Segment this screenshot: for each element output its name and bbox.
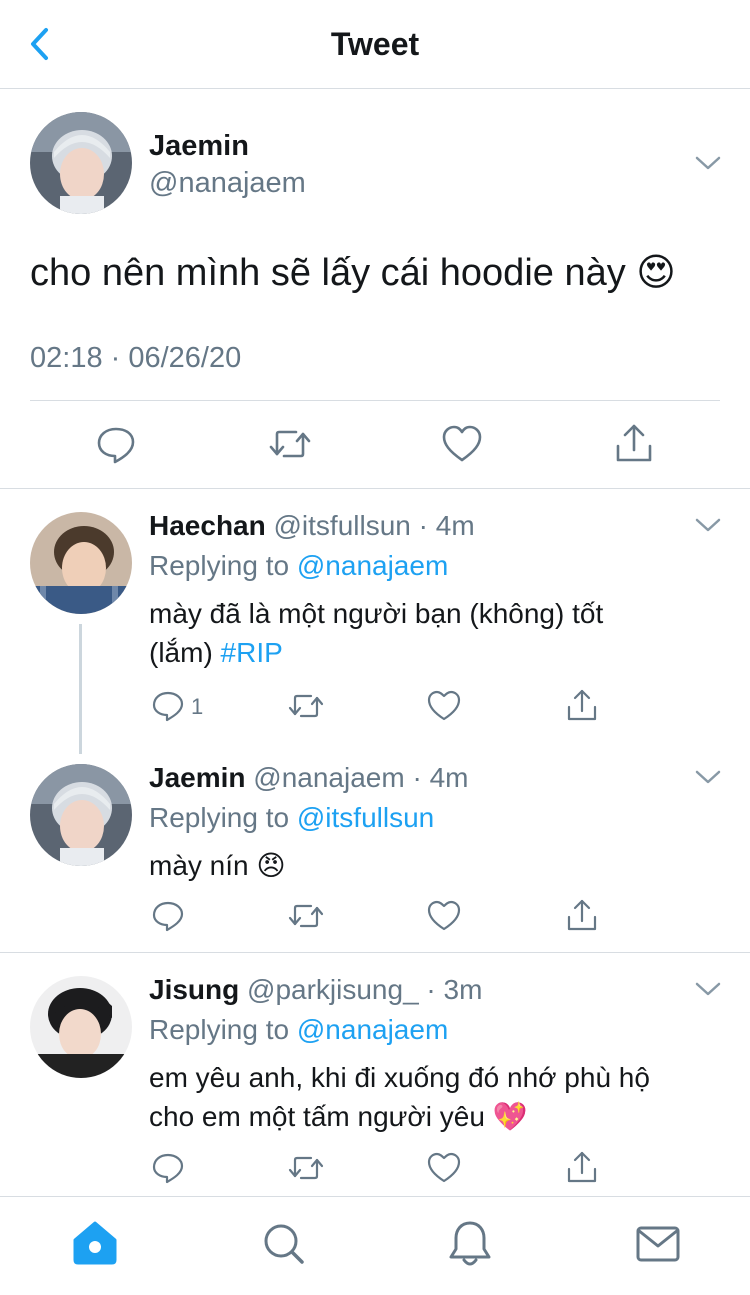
avatar-jaemin-image [30,764,132,866]
retweet-icon [288,904,324,928]
reply-header: Jisung @parkjisung_ · 3m [149,972,482,1008]
retweet-icon [288,694,324,718]
like-button[interactable] [427,690,461,722]
heart-icon [427,1152,461,1183]
retweet-button[interactable] [288,1152,324,1184]
author-handle[interactable]: @itsfullsun [274,510,411,541]
author-handle[interactable]: @nanajaem [253,762,404,793]
tab-search[interactable] [253,1216,313,1272]
heart-icon [442,425,482,462]
reply-count: 1 [191,694,204,719]
replying-to: Replying to @itsfullsun [149,800,434,836]
retweet-button[interactable] [288,690,324,722]
tweet-text: cho nên mình sẽ lấy cái hoodie này 😍 [30,252,676,294]
replying-to-label: Replying to [149,802,290,833]
avatar[interactable] [30,764,132,866]
tab-messages[interactable] [628,1216,688,1272]
avatar-haechan-image [30,512,132,614]
divider [0,952,750,953]
share-icon [616,424,652,462]
share-button[interactable] [566,688,598,722]
like-button[interactable] [427,900,461,932]
reply-text-line: em yêu anh, khi đi xuống đó nhớ phù hộ [149,1062,650,1093]
replying-to-link[interactable]: @itsfullsun [297,802,434,833]
reply-button[interactable] [152,900,184,932]
reply-text-line: cho em một tấm người yêu 💖 [149,1101,528,1132]
chevron-down-icon [695,982,721,996]
replying-to: Replying to @nanajaem [149,548,448,584]
top-bar: Tweet [0,0,750,89]
avatar-jaemin-image [30,112,132,214]
avatar[interactable] [30,112,132,214]
reply-header: Jaemin @nanajaem · 4m [149,760,468,796]
thread-connector [79,624,82,754]
reply-text-line: mày đã là một người bạn (không) tốt [149,598,604,629]
share-icon [567,1151,597,1183]
tab-notifications[interactable] [440,1216,500,1272]
reply-text: mày nín 😠 [149,846,719,885]
messages-icon [636,1226,680,1262]
chevron-down-icon [695,518,721,532]
retweet-icon [269,430,311,458]
author-name[interactable]: Jisung [149,974,239,1005]
tweet-timestamp: 02:18 · 06/26/20 [30,342,242,374]
reply-text: mày đã là một người bạn (không) tốt (lắm… [149,594,719,672]
heart-icon [427,690,461,721]
reply-button[interactable] [152,690,184,722]
reply-header: Haechan @itsfullsun · 4m [149,508,475,544]
share-icon [567,689,597,721]
divider [0,488,750,489]
author-name[interactable]: Jaemin [149,762,246,793]
share-icon [567,899,597,931]
reply-button[interactable] [96,424,136,464]
tweet-menu-button[interactable] [694,516,722,534]
search-icon [264,1224,304,1264]
reply-time: · 4m [412,762,469,793]
chevron-down-icon [695,156,721,170]
reply-text-line: mày nín 😠 [149,850,286,881]
reply-text-line: (lắm) [149,637,213,668]
author-handle[interactable]: @nanajaem [149,165,306,201]
tab-home[interactable] [65,1216,125,1272]
reply-icon [152,691,184,722]
reply-button[interactable] [152,1152,184,1184]
share-button[interactable] [566,898,598,932]
like-button[interactable] [427,1152,461,1184]
heart-icon [427,900,461,931]
retweet-button[interactable] [288,900,324,932]
share-button[interactable] [614,422,654,464]
reply-icon [152,901,184,932]
page-title: Tweet [330,26,420,62]
chevron-down-icon [695,770,721,784]
author-handle[interactable]: @parkjisung_ [247,974,419,1005]
replying-to-link[interactable]: @nanajaem [297,1014,448,1045]
reply-icon [152,1153,184,1184]
author-name[interactable]: Haechan [149,510,266,541]
retweet-icon [288,1156,324,1180]
avatar-jisung-image [30,976,132,1078]
avatar[interactable] [30,512,132,614]
share-button[interactable] [566,1150,598,1184]
reply-text: em yêu anh, khi đi xuống đó nhớ phù hộ c… [149,1058,719,1136]
retweet-button[interactable] [268,424,312,464]
replying-to-link[interactable]: @nanajaem [297,550,448,581]
tweet-menu-button[interactable] [694,154,722,172]
reply-time: · 3m [426,974,483,1005]
home-icon [73,1221,117,1265]
hashtag-link[interactable]: #RIP [221,637,283,668]
author-name[interactable]: Jaemin [149,128,249,164]
replying-to-label: Replying to [149,550,290,581]
avatar[interactable] [30,976,132,1078]
tweet-menu-button[interactable] [694,980,722,998]
reply-time: · 4m [418,510,475,541]
reply-icon [97,427,135,464]
replying-to: Replying to @nanajaem [149,1012,448,1048]
like-button[interactable] [441,424,483,464]
replying-to-label: Replying to [149,1014,290,1045]
divider [30,400,720,401]
tweet-menu-button[interactable] [694,768,722,786]
notifications-icon [449,1221,491,1266]
